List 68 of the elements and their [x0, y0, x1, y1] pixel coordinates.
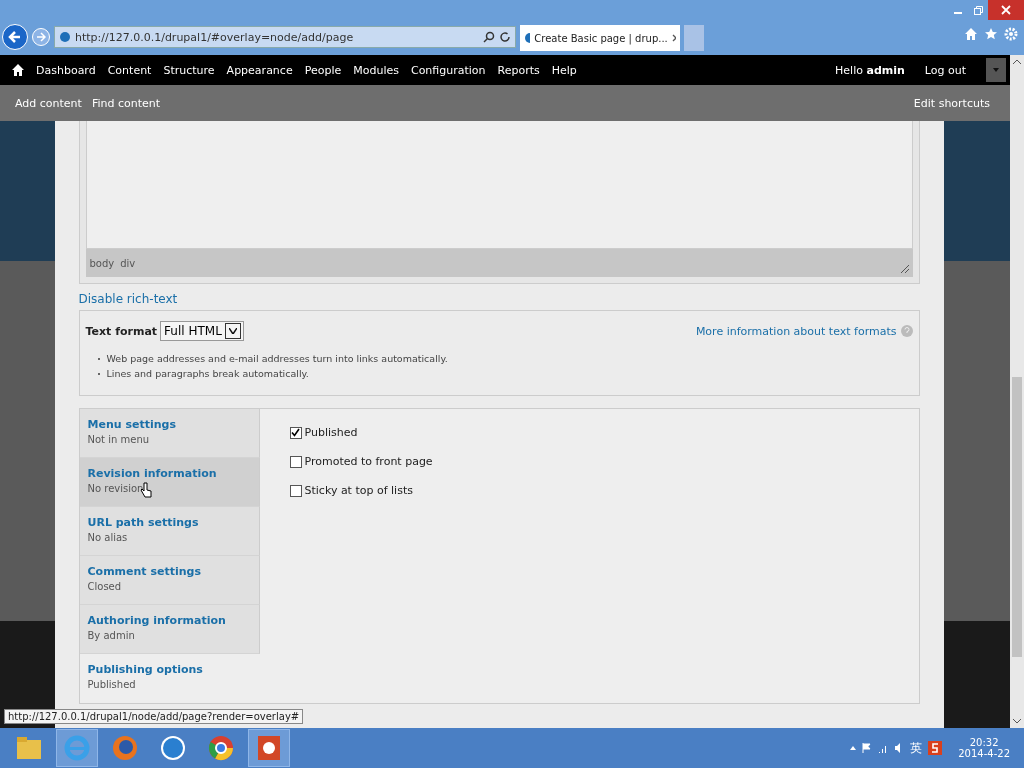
toolbar-link[interactable]: Modules: [347, 63, 405, 77]
format-tip-text: Web page addresses and e-mail addresses turn into links automatically.: [106, 353, 448, 364]
vertical-tab[interactable]: Comment settings Closed: [79, 556, 260, 605]
checkbox-label: Published: [304, 426, 358, 439]
toolbar-link[interactable]: People: [298, 63, 348, 77]
flag-icon[interactable]: [862, 743, 873, 753]
input-method-indicator[interactable]: 英: [910, 739, 923, 757]
chevron-down-icon: [229, 328, 238, 334]
vertical-tab[interactable]: URL path settings No alias: [79, 507, 260, 556]
status-url-tooltip: http://127.0.0.1/drupal1/node/add/page?render=overlay#: [4, 709, 304, 724]
vertical-tab[interactable]: Menu settings Not in menu: [79, 409, 260, 458]
path-link[interactable]: body: [89, 257, 115, 269]
folder-icon: [16, 736, 42, 760]
scroll-down-icon[interactable]: [1013, 718, 1021, 724]
toolbar-link[interactable]: Configuration: [404, 63, 492, 77]
resize-grip-icon[interactable]: [899, 264, 910, 274]
checkmark-icon: [291, 428, 300, 437]
path-link[interactable]: div: [120, 257, 136, 269]
restore-icon: [973, 5, 983, 15]
checkbox[interactable]: [289, 455, 302, 468]
star-icon[interactable]: [984, 27, 998, 41]
format-tip-text: Lines and paragraphs break automatically.: [106, 368, 309, 379]
address-bar[interactable]: http://127.0.0.1/drupal1/#overlay=node/add/page: [54, 26, 516, 48]
shortcut-link[interactable]: Add content: [10, 96, 87, 110]
toolbar-link[interactable]: Reports: [491, 63, 546, 77]
browser-tab[interactable]: Create Basic page | drup...: [520, 25, 680, 51]
checkbox[interactable]: [289, 426, 302, 439]
home-icon[interactable]: [12, 64, 24, 76]
taskbar-app-button[interactable]: [248, 729, 290, 767]
clock[interactable]: 20:32 2014-4-22: [958, 737, 1010, 759]
search-icon[interactable]: [483, 31, 495, 43]
logout-link[interactable]: Log out: [918, 63, 972, 77]
browser-icon: [63, 734, 91, 762]
settings-icon[interactable]: [1004, 27, 1018, 41]
caret-icon[interactable]: [850, 746, 857, 750]
toolbar-link[interactable]: Structure: [157, 63, 221, 77]
scroll-up-icon[interactable]: [1013, 59, 1021, 65]
toolbar-link[interactable]: Content: [101, 63, 158, 77]
scrollbar[interactable]: [1010, 55, 1024, 728]
disable-rich-text-link[interactable]: Disable rich-text: [78, 292, 178, 306]
chrome-icon: [207, 734, 235, 762]
shortcut-link[interactable]: Find content: [86, 96, 166, 110]
shortcuts-toggle-button[interactable]: [986, 58, 1006, 82]
vertical-tab[interactable]: Authoring information By admin: [79, 605, 260, 654]
forward-button[interactable]: [32, 28, 50, 46]
caret-icon: [993, 68, 999, 72]
checkbox-label: Promoted to front page: [304, 455, 433, 468]
toolbar-link[interactable]: Dashboard: [30, 63, 102, 77]
forward-arrow-icon: [36, 32, 46, 42]
text-format-label: Text format: [85, 324, 158, 338]
back-button[interactable]: [2, 24, 28, 50]
greeting-text: Hello admin: [835, 63, 905, 77]
fox-globe-icon: [111, 734, 139, 762]
vertical-tab[interactable]: Revision information No revision: [79, 458, 260, 507]
text-format-select[interactable]: Full HTML: [160, 321, 245, 341]
letter-s-icon[interactable]: [928, 741, 943, 755]
more-info-link[interactable]: More information about text formats: [695, 324, 913, 338]
refresh-icon[interactable]: [499, 31, 511, 43]
back-arrow-icon: [8, 30, 22, 44]
signal-icon[interactable]: [878, 743, 889, 753]
edit-shortcuts-link[interactable]: Edit shortcuts: [913, 96, 990, 110]
checkbox-label: Sticky at top of lists: [304, 484, 413, 497]
checkbox[interactable]: [289, 484, 302, 497]
help-icon: [900, 325, 913, 337]
close-button[interactable]: [988, 0, 1024, 20]
toolbar-link[interactable]: Help: [545, 63, 583, 77]
presentation-icon: [256, 734, 282, 762]
toolbar-link[interactable]: Appearance: [220, 63, 299, 77]
